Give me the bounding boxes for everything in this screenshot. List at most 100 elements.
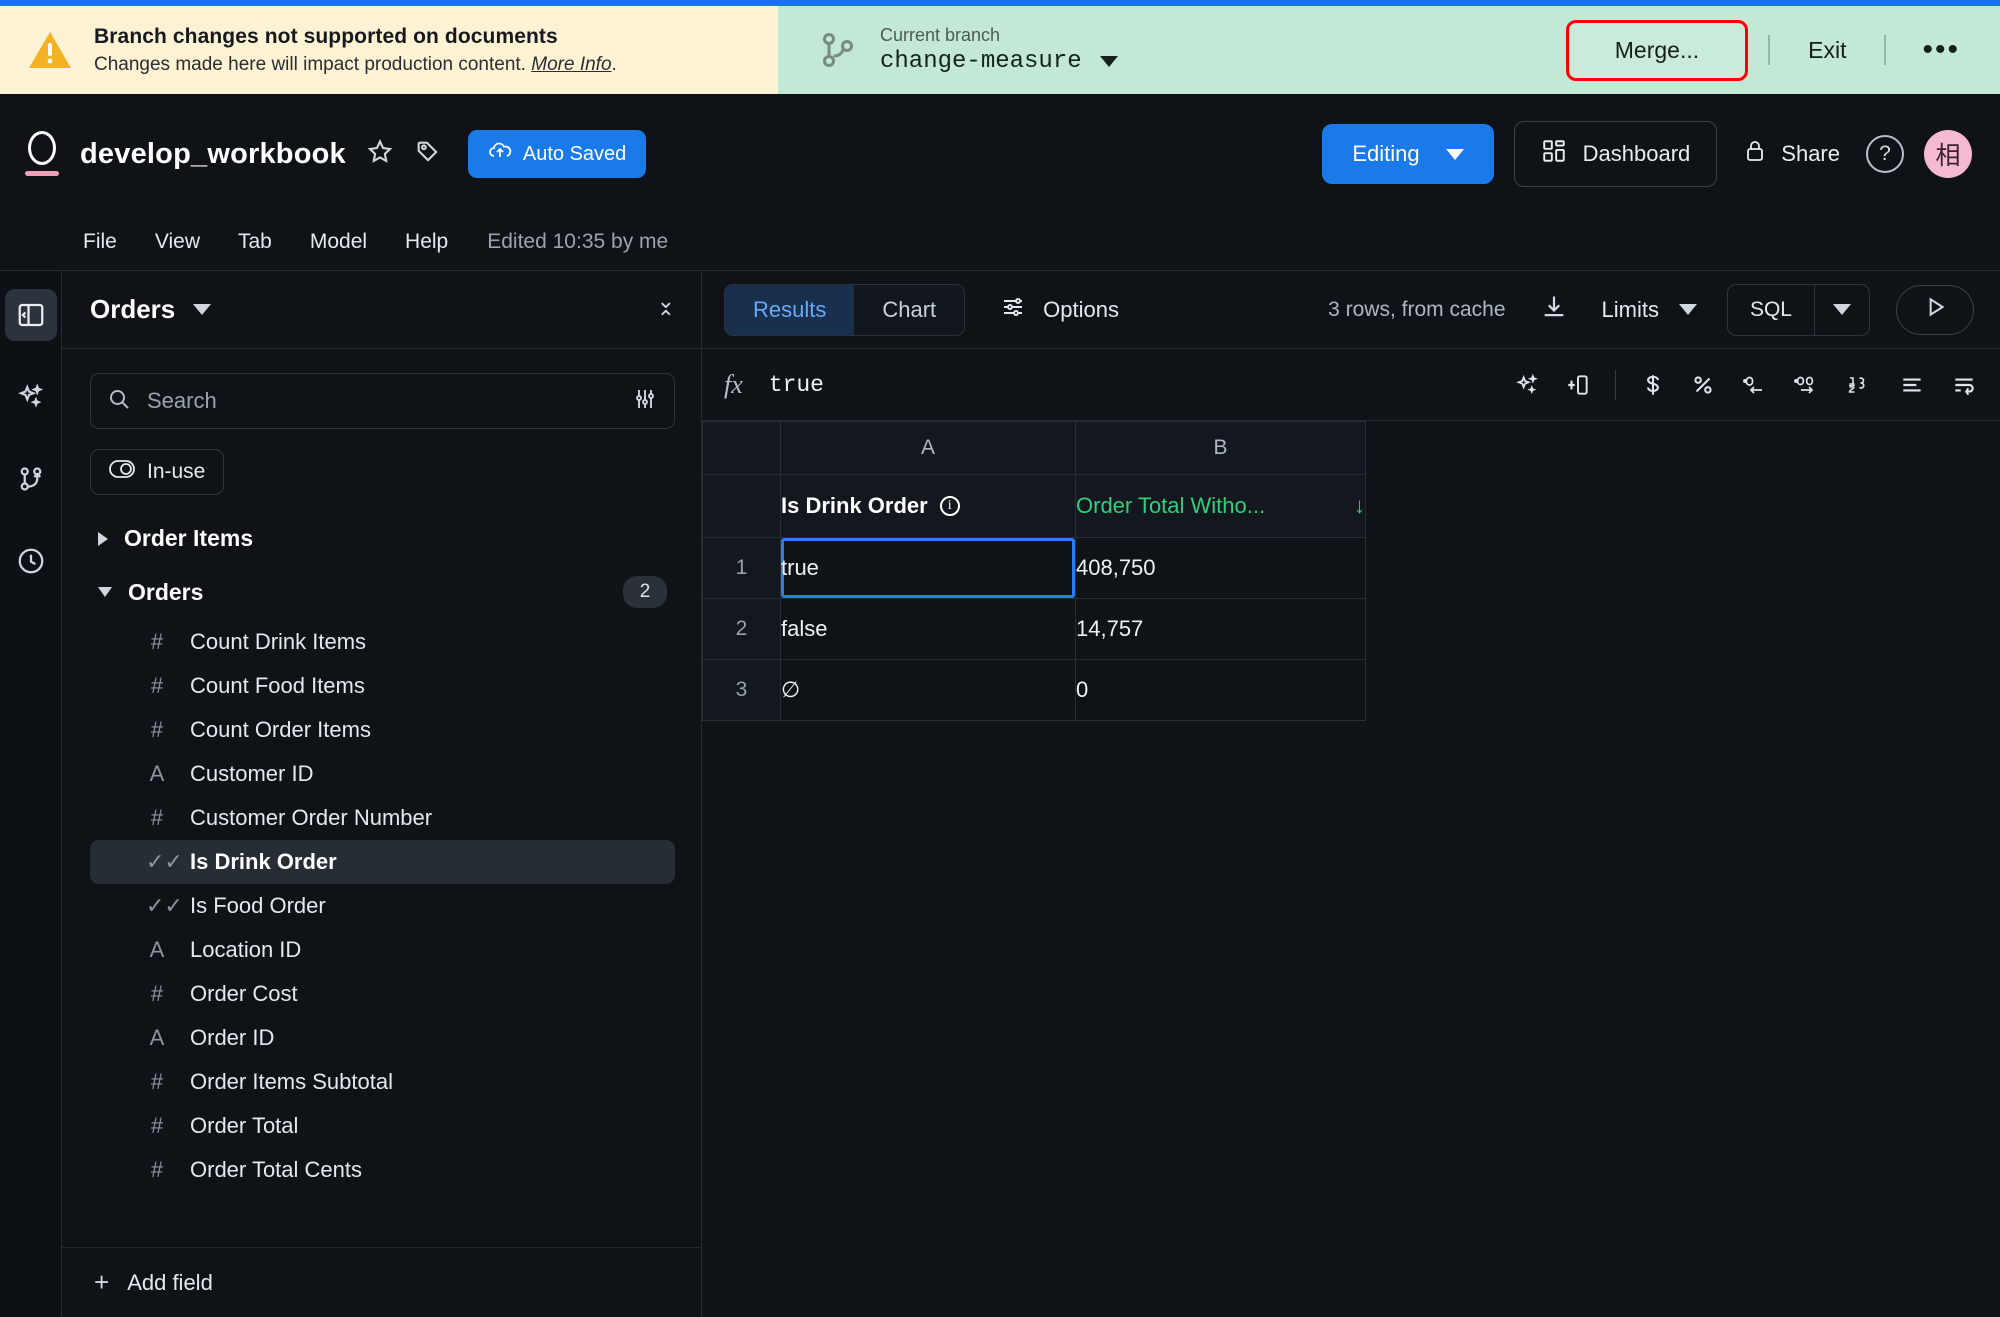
menu-item-file[interactable]: File [64,222,136,262]
tab-results[interactable]: Results [725,284,855,335]
help-button[interactable]: ? [1866,135,1904,173]
history-clock-icon[interactable] [5,535,57,587]
page-title: develop_workbook [80,137,346,170]
limits-dropdown[interactable]: Limits [1602,297,1697,323]
column-header-order-total-without[interactable]: Order Total Witho... ↓ [1075,474,1366,538]
field-order-items-subtotal[interactable]: # Order Items Subtotal [90,1060,675,1104]
add-field-button[interactable]: + Add field [62,1247,701,1317]
sidebar-group-orders[interactable]: Orders 2 [90,564,675,620]
sql-button[interactable]: SQL [1728,285,1814,335]
field-label: Order Cost [190,981,298,1006]
info-icon[interactable]: i [939,496,960,516]
tab-chart[interactable]: Chart [854,284,965,335]
boolean-type-icon: ✓✓ [146,849,183,874]
field-count-order-items[interactable]: # Count Order Items [90,708,675,752]
table-row: 2 false 14,757 [702,598,1366,660]
grid-corner [702,421,781,475]
branch-actions: Merge... Exit ••• [1565,19,2000,81]
field-order-cost[interactable]: # Order Cost [90,972,675,1016]
cell-a1[interactable]: true [780,537,1076,599]
branch-icon[interactable] [5,453,57,505]
chevron-down-icon [1833,304,1851,315]
chevron-down-icon[interactable] [193,304,212,315]
field-order-total-cents[interactable]: # Order Total Cents [90,1148,675,1192]
sparkles-ai-icon[interactable] [5,371,57,423]
main-panel: Results Chart Options 3 rows, from cache… [702,271,2000,1317]
collapse-panel-icon[interactable] [4,289,57,341]
column-letter-b[interactable]: B [1075,421,1366,475]
cell-a2[interactable]: false [780,598,1076,660]
number-format-icon[interactable] [1846,372,1874,398]
field-count-drink-items[interactable]: # Count Drink Items [90,620,675,664]
cell-b3[interactable]: 0 [1075,659,1366,721]
wrap-text-icon[interactable] [1950,372,1978,398]
align-icon[interactable] [1898,372,1926,398]
field-order-id[interactable]: A Order ID [90,1016,675,1060]
menu-item-model[interactable]: Model [291,222,386,262]
currency-dollar-icon[interactable] [1640,372,1666,398]
row-number[interactable]: 2 [702,598,781,660]
row-number[interactable]: 1 [702,537,781,599]
more-info-link[interactable]: More Info [531,54,611,75]
auto-saved-label: Auto Saved [522,142,627,165]
menu-bar: File View Tab Model Help Edited 10:35 by… [0,214,2000,270]
field-count-food-items[interactable]: # Count Food Items [90,664,675,708]
field-order-total[interactable]: # Order Total [90,1104,675,1148]
cell-b1[interactable]: 408,750 [1075,537,1366,599]
number-type-icon: # [150,1113,164,1138]
column-letter-a[interactable]: A [780,421,1076,475]
table-row: 3 ∅ 0 [702,659,1366,721]
field-customer-order-number[interactable]: # Customer Order Number [90,796,675,840]
number-type-icon: # [150,1157,164,1182]
menu-item-tab[interactable]: Tab [219,222,291,262]
field-is-food-order[interactable]: ✓✓ Is Food Order [90,884,675,928]
cell-b2[interactable]: 14,757 [1075,598,1366,660]
row-number[interactable]: 3 [702,659,781,721]
merge-button[interactable]: Merge... [1565,19,1749,81]
more-options-button[interactable]: ••• [1906,35,1976,65]
sidebar-group-order-items[interactable]: Order Items [90,513,675,564]
number-type-icon: # [150,717,164,742]
cell-a3[interactable]: ∅ [780,659,1076,721]
number-type-icon: # [150,805,164,830]
collapse-vertical-icon[interactable]: ⌄ ⌃ [657,289,675,329]
increase-decimal-icon[interactable] [1792,372,1822,398]
exit-button[interactable]: Exit [1790,27,1864,74]
sidebar-search-area: Search In-use [62,349,701,495]
menu-item-help[interactable]: Help [386,222,467,262]
column-header-is-drink-order[interactable]: Is Drink Order i [780,474,1076,538]
dashboard-button[interactable]: Dashboard [1513,121,1718,187]
editing-mode-button[interactable]: Editing [1322,124,1494,184]
field-label: Order ID [190,1025,275,1050]
options-button[interactable]: Options [999,295,1119,325]
tag-icon[interactable] [414,138,442,171]
formula-value[interactable]: true [769,372,824,398]
field-label: Order Total Cents [190,1157,363,1182]
divider [1884,35,1887,65]
search-input[interactable]: Search [90,373,675,429]
insert-column-icon[interactable] [1565,372,1591,398]
auto-saved-button[interactable]: Auto Saved [467,130,647,178]
field-customer-id[interactable]: A Customer ID [90,752,675,796]
field-label: Customer Order Number [190,805,433,830]
run-query-button[interactable] [1896,284,1974,335]
sparkles-format-icon[interactable] [1515,372,1541,398]
branch-selector[interactable]: change-measure [880,48,1118,75]
sort-descending-icon[interactable]: ↓ [1354,493,1365,519]
share-button[interactable]: Share [1737,130,1846,178]
sql-button-group: SQL [1726,283,1870,336]
field-is-drink-order[interactable]: ✓✓ Is Drink Order [90,840,675,884]
sql-dropdown-button[interactable] [1814,284,1869,335]
toggle-icon [109,460,135,484]
filter-sliders-icon[interactable] [632,387,658,416]
divider [1768,35,1771,65]
percent-icon[interactable] [1690,372,1716,398]
in-use-filter-chip[interactable]: In-use [90,449,225,495]
field-label: Order Total [190,1113,299,1138]
menu-item-view[interactable]: View [136,222,219,262]
decrease-decimal-icon[interactable] [1740,372,1768,398]
avatar[interactable]: 相 [1924,130,1972,178]
field-location-id[interactable]: A Location ID [90,928,675,972]
download-icon[interactable] [1540,293,1568,326]
star-icon[interactable] [366,138,394,171]
